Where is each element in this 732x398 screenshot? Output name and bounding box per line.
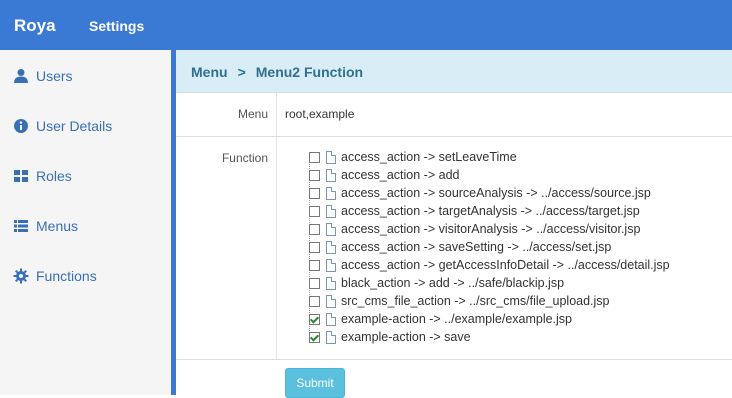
submit-button[interactable]: Submit bbox=[285, 368, 345, 398]
function-label[interactable]: example-action -> ../example/example.jsp bbox=[341, 312, 572, 326]
function-label[interactable]: access_action -> sourceAnalysis -> ../ac… bbox=[341, 186, 651, 200]
function-tree-node[interactable]: src_cms_file_action -> ../src_cms/file_u… bbox=[299, 294, 729, 312]
function-checkbox[interactable] bbox=[309, 296, 320, 307]
function-label[interactable]: access_action -> saveSetting -> ../acces… bbox=[341, 240, 611, 254]
file-icon bbox=[326, 331, 336, 344]
breadcrumb-parent[interactable]: Menu bbox=[191, 64, 228, 80]
sidebar-item-user-details[interactable]: User Details bbox=[0, 112, 171, 142]
sidebar-item-label: Users bbox=[36, 68, 73, 84]
column-divider bbox=[276, 137, 277, 359]
function-label[interactable]: example-action -> save bbox=[341, 330, 471, 344]
sidebar-item-label: Roles bbox=[36, 168, 72, 184]
file-icon bbox=[326, 241, 336, 254]
function-label[interactable]: access_action -> visitorAnalysis -> ../a… bbox=[341, 222, 640, 236]
function-tree-node[interactable]: access_action -> getAccessInfoDetail -> … bbox=[299, 258, 729, 276]
function-tree-node[interactable]: access_action -> targetAnalysis -> ../ac… bbox=[299, 204, 729, 222]
breadcrumb-current: Menu2 Function bbox=[255, 64, 364, 80]
function-checkbox[interactable] bbox=[309, 206, 320, 217]
function-tree-node[interactable]: access_action -> add bbox=[299, 168, 729, 186]
sidebar-item-label: User Details bbox=[36, 118, 113, 134]
function-checkbox[interactable] bbox=[309, 242, 320, 253]
file-icon bbox=[326, 313, 336, 326]
sidebar: Users User Details Roles Menus Functions bbox=[0, 50, 171, 395]
function-tree-node[interactable]: black_action -> add -> ../safe/blackip.j… bbox=[299, 276, 729, 294]
function-checkbox[interactable] bbox=[309, 260, 320, 271]
breadcrumb: Menu > Menu2 Function bbox=[176, 50, 732, 93]
function-label[interactable]: access_action -> setLeaveTime bbox=[341, 150, 517, 164]
function-tree-node[interactable]: access_action -> setLeaveTime bbox=[299, 150, 729, 168]
function-tree-node[interactable]: access_action -> sourceAnalysis -> ../ac… bbox=[299, 186, 729, 204]
function-row: Function access_action -> setLeaveTime ac… bbox=[176, 137, 732, 360]
function-label[interactable]: src_cms_file_action -> ../src_cms/file_u… bbox=[341, 294, 610, 308]
nav-settings-link[interactable]: Settings bbox=[89, 18, 144, 34]
breadcrumb-separator: > bbox=[237, 64, 246, 80]
sidebar-item-users[interactable]: Users bbox=[0, 62, 171, 92]
function-checkbox[interactable] bbox=[309, 170, 320, 181]
function-tree-node[interactable]: example-action -> save bbox=[299, 330, 729, 348]
function-tree-node[interactable]: access_action -> saveSetting -> ../acces… bbox=[299, 240, 729, 258]
function-tree-node[interactable]: example-action -> ../example/example.jsp bbox=[299, 312, 729, 330]
function-checkbox[interactable] bbox=[309, 188, 320, 199]
function-label[interactable]: black_action -> add -> ../safe/blackip.j… bbox=[341, 276, 564, 290]
function-checkbox[interactable] bbox=[309, 314, 320, 325]
function-label[interactable]: access_action -> getAccessInfoDetail -> … bbox=[341, 258, 670, 272]
top-navbar: Roya Settings bbox=[0, 0, 732, 50]
brand-logo[interactable]: Roya bbox=[14, 16, 56, 36]
file-icon bbox=[326, 205, 336, 218]
menu-label: Menu bbox=[237, 107, 268, 121]
function-checkbox[interactable] bbox=[309, 278, 320, 289]
info-icon bbox=[14, 119, 28, 133]
sidebar-item-functions[interactable]: Functions bbox=[0, 262, 171, 292]
sidebar-item-label: Menus bbox=[36, 218, 79, 234]
file-icon bbox=[326, 259, 336, 272]
function-label: Function bbox=[221, 151, 268, 165]
function-checkbox[interactable] bbox=[309, 152, 320, 163]
file-icon bbox=[326, 223, 336, 236]
function-tree-node[interactable]: access_action -> visitorAnalysis -> ../a… bbox=[299, 222, 729, 240]
function-checkbox[interactable] bbox=[309, 224, 320, 235]
menu-value: root,example bbox=[285, 107, 355, 121]
file-icon bbox=[326, 187, 336, 200]
file-icon bbox=[326, 277, 336, 290]
gear-icon bbox=[13, 268, 29, 284]
function-checkbox[interactable] bbox=[309, 332, 320, 343]
file-icon bbox=[326, 295, 336, 308]
column-divider bbox=[276, 92, 277, 136]
menu-row: Menu root,example bbox=[176, 92, 732, 137]
file-icon bbox=[326, 169, 336, 182]
grid-icon bbox=[14, 170, 28, 182]
function-tree: access_action -> setLeaveTime access_acti… bbox=[299, 150, 729, 355]
list-icon bbox=[14, 220, 28, 232]
sidebar-item-roles[interactable]: Roles bbox=[0, 162, 171, 192]
file-icon bbox=[326, 151, 336, 164]
function-label[interactable]: access_action -> targetAnalysis -> ../ac… bbox=[341, 204, 640, 218]
sidebar-item-label: Functions bbox=[36, 268, 97, 284]
sidebar-item-menus[interactable]: Menus bbox=[0, 212, 171, 242]
user-icon bbox=[14, 69, 28, 83]
function-label[interactable]: access_action -> add bbox=[341, 168, 459, 182]
